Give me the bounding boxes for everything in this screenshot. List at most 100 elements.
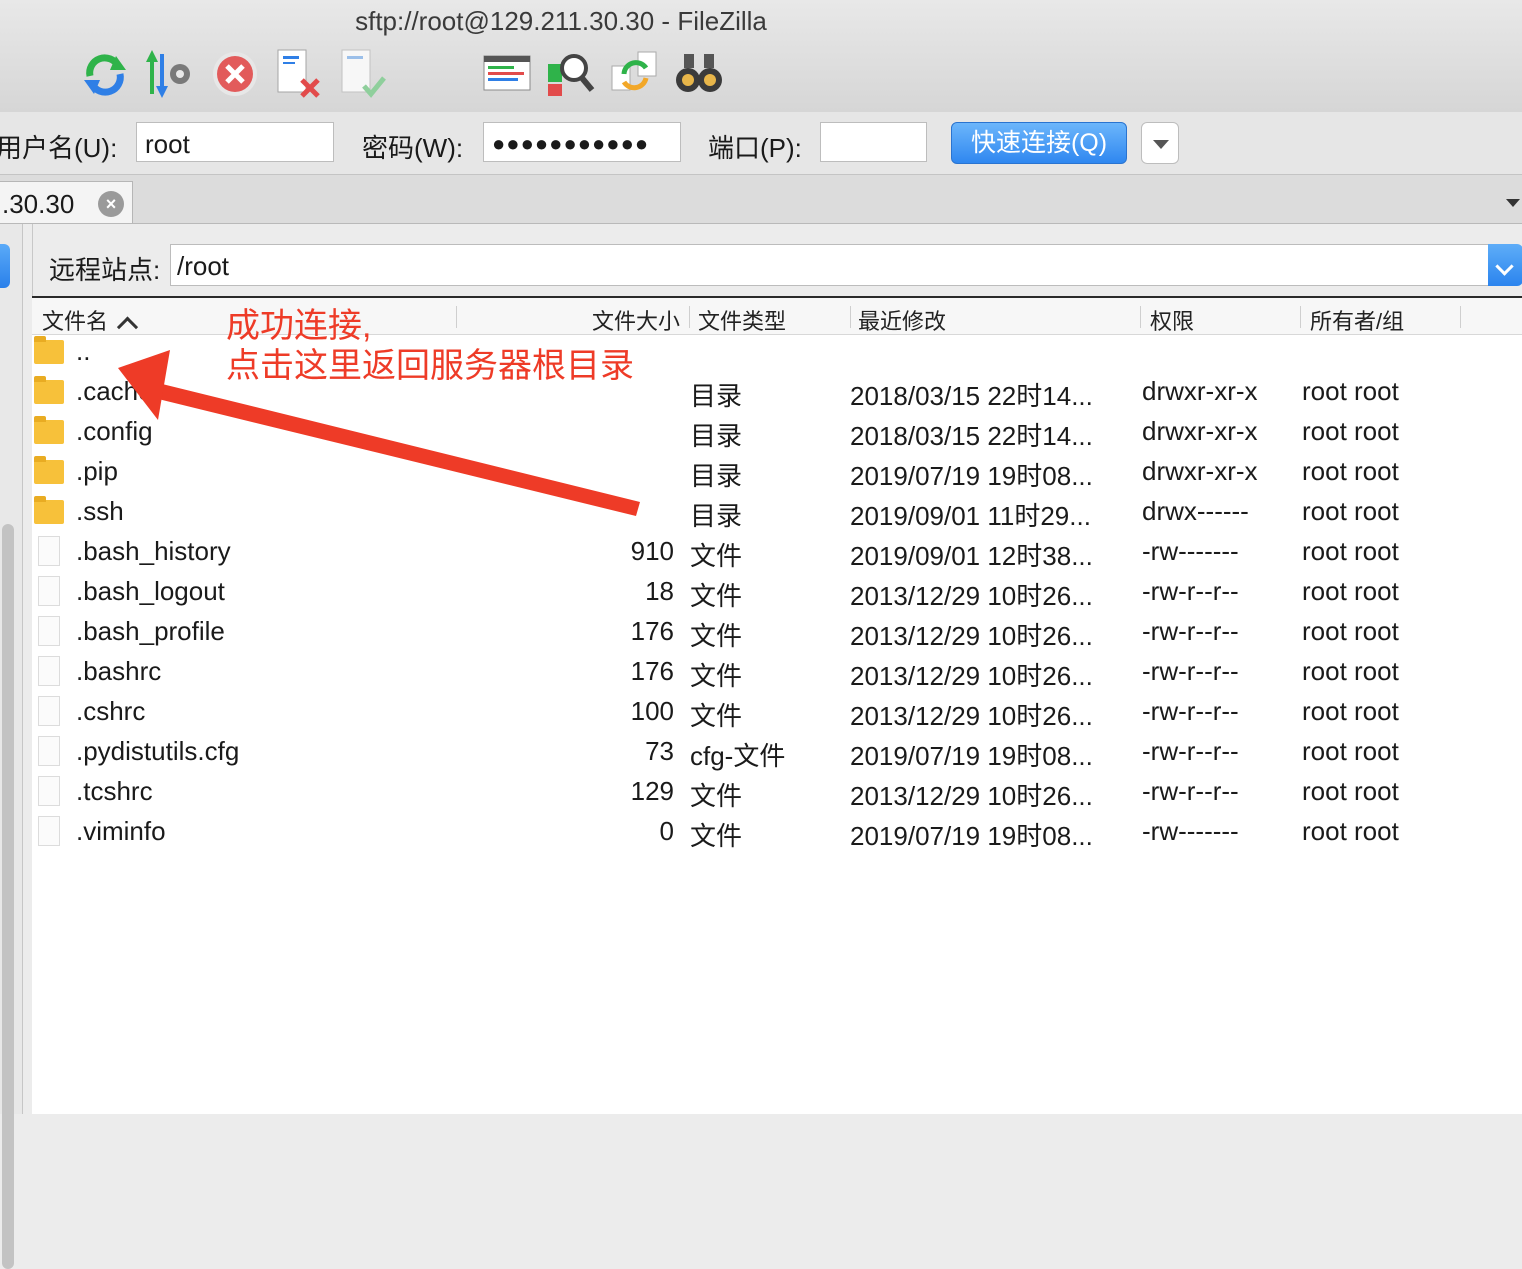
file-name: .pip xyxy=(76,456,118,486)
file-modified: 2013/12/29 10时26... xyxy=(850,781,1093,811)
file-name: .viminfo xyxy=(76,816,166,846)
file-owner: root root xyxy=(1302,776,1399,806)
table-row[interactable]: .viminfo 0 文件 2019/07/19 19时08... -rw---… xyxy=(32,812,1522,852)
file-owner: root root xyxy=(1302,696,1399,726)
file-name: .ssh xyxy=(76,496,124,526)
file-name: .. xyxy=(76,336,91,366)
file-owner: root root xyxy=(1302,496,1399,526)
remote-site-bar: 远程站点: /root xyxy=(32,224,1522,296)
disconnect-icon[interactable] xyxy=(274,48,324,100)
file-type: 文件 xyxy=(690,821,743,851)
file-icon xyxy=(38,536,60,566)
password-label: 密码(W): xyxy=(362,133,464,163)
file-owner: root root xyxy=(1302,616,1399,646)
table-row[interactable]: .pydistutils.cfg 73 cfg-文件 2019/07/19 19… xyxy=(32,732,1522,772)
process-queue-icon[interactable] xyxy=(146,48,196,100)
file-type: cfg-文件 xyxy=(690,741,786,771)
table-row[interactable]: .bash_logout 18 文件 2013/12/29 10时26... -… xyxy=(32,572,1522,612)
file-type: 文件 xyxy=(690,661,743,691)
table-row[interactable]: .cshrc 100 文件 2013/12/29 10时26... -rw-r-… xyxy=(32,692,1522,732)
cancel-icon[interactable] xyxy=(210,48,260,100)
file-name: .tcshrc xyxy=(76,776,153,806)
table-row[interactable]: .bash_history 910 文件 2019/09/01 12时38...… xyxy=(32,532,1522,572)
remote-path-dropdown[interactable] xyxy=(1488,244,1522,286)
column-divider[interactable] xyxy=(1140,306,1141,328)
file-permissions: drwxr-xr-x xyxy=(1142,456,1258,486)
table-row[interactable]: .config 目录 2018/03/15 22时14... drwxr-xr-… xyxy=(32,412,1522,452)
folder-icon xyxy=(34,456,64,484)
file-icon xyxy=(38,776,60,806)
file-name: .bash_logout xyxy=(76,576,225,606)
file-name: .bash_profile xyxy=(76,616,225,646)
tab-label: .30.30 xyxy=(2,189,75,219)
remote-path-input[interactable]: /root xyxy=(170,244,1490,286)
file-modified: 2019/07/19 19时08... xyxy=(850,821,1093,851)
table-row[interactable]: .pip 目录 2019/07/19 19时08... drwxr-xr-x r… xyxy=(32,452,1522,492)
connection-tab[interactable]: .30.30 × xyxy=(0,181,133,223)
file-size: 129 xyxy=(630,776,674,806)
annotation-line-2: 点击这里返回服务器根目录 xyxy=(226,347,634,385)
file-permissions: -rw------- xyxy=(1142,536,1239,566)
quickconnect-history-dropdown[interactable] xyxy=(1141,122,1179,164)
refresh-icon[interactable] xyxy=(80,48,130,100)
file-modified: 2013/12/29 10时26... xyxy=(850,581,1093,611)
file-owner: root root xyxy=(1302,536,1399,566)
file-size: 18 xyxy=(645,576,674,606)
username-field[interactable]: root xyxy=(136,122,334,162)
file-modified: 2019/09/01 12时38... xyxy=(850,541,1093,571)
file-size: 0 xyxy=(659,816,674,846)
toggle-log-icon[interactable] xyxy=(482,48,532,100)
local-scrollbar[interactable] xyxy=(2,524,14,1269)
file-permissions: drwxr-xr-x xyxy=(1142,416,1258,446)
table-row[interactable]: .ssh 目录 2019/09/01 11时29... drwx------ r… xyxy=(32,492,1522,532)
close-tab-icon[interactable]: × xyxy=(98,191,124,217)
file-permissions: drwxr-xr-x xyxy=(1142,376,1258,406)
username-label: 用户名(U): xyxy=(0,133,118,163)
file-icon xyxy=(38,656,60,686)
file-permissions: -rw-r--r-- xyxy=(1142,576,1239,606)
file-modified: 2013/12/29 10时26... xyxy=(850,661,1093,691)
file-modified: 2019/09/01 11时29... xyxy=(850,501,1091,531)
password-field[interactable]: ●●●●●●●●●●● xyxy=(483,122,681,162)
column-divider[interactable] xyxy=(850,306,851,328)
port-label: 端口(P): xyxy=(708,133,802,163)
file-size: 176 xyxy=(630,656,674,686)
quickconnect-button[interactable]: 快速连接(Q) xyxy=(951,122,1127,164)
file-modified: 2019/07/19 19时08... xyxy=(850,741,1093,771)
table-row[interactable]: .bash_profile 176 文件 2013/12/29 10时26...… xyxy=(32,612,1522,652)
table-row[interactable]: .bashrc 176 文件 2013/12/29 10时26... -rw-r… xyxy=(32,652,1522,692)
search-remote-icon[interactable] xyxy=(546,48,596,100)
column-divider[interactable] xyxy=(1300,306,1301,328)
binoculars-icon[interactable] xyxy=(674,48,724,100)
file-permissions: -rw-r--r-- xyxy=(1142,616,1239,646)
reconnect-icon[interactable] xyxy=(338,48,388,100)
file-permissions: -rw-r--r-- xyxy=(1142,696,1239,726)
file-modified: 2018/03/15 22时14... xyxy=(850,421,1093,451)
file-icon xyxy=(38,616,60,646)
file-type: 文件 xyxy=(690,581,743,611)
file-owner: root root xyxy=(1302,376,1399,406)
tab-list-dropdown-icon[interactable] xyxy=(1506,199,1520,207)
table-row[interactable]: .tcshrc 129 文件 2013/12/29 10时26... -rw-r… xyxy=(32,772,1522,812)
file-owner: root root xyxy=(1302,576,1399,606)
file-icon xyxy=(38,576,60,606)
local-path-dropdown[interactable] xyxy=(0,244,10,288)
remote-site-label: 远程站点: xyxy=(49,255,161,285)
annotation-line-1: 成功连接, xyxy=(226,307,372,345)
file-size: 176 xyxy=(630,616,674,646)
file-permissions: -rw-r--r-- xyxy=(1142,736,1239,766)
column-divider[interactable] xyxy=(1460,306,1461,328)
file-name: .pydistutils.cfg xyxy=(76,736,240,766)
file-modified: 2019/07/19 19时08... xyxy=(850,461,1093,491)
folder-icon xyxy=(34,496,64,524)
file-type: 文件 xyxy=(690,541,743,571)
file-icon xyxy=(38,816,60,846)
sync-browse-icon[interactable] xyxy=(610,48,660,100)
file-type: 文件 xyxy=(690,781,743,811)
folder-icon xyxy=(34,336,64,364)
file-size: 910 xyxy=(630,536,674,566)
file-modified: 2013/12/29 10时26... xyxy=(850,621,1093,651)
column-divider[interactable] xyxy=(689,306,690,328)
file-size: 100 xyxy=(630,696,674,726)
port-field[interactable] xyxy=(820,122,927,162)
